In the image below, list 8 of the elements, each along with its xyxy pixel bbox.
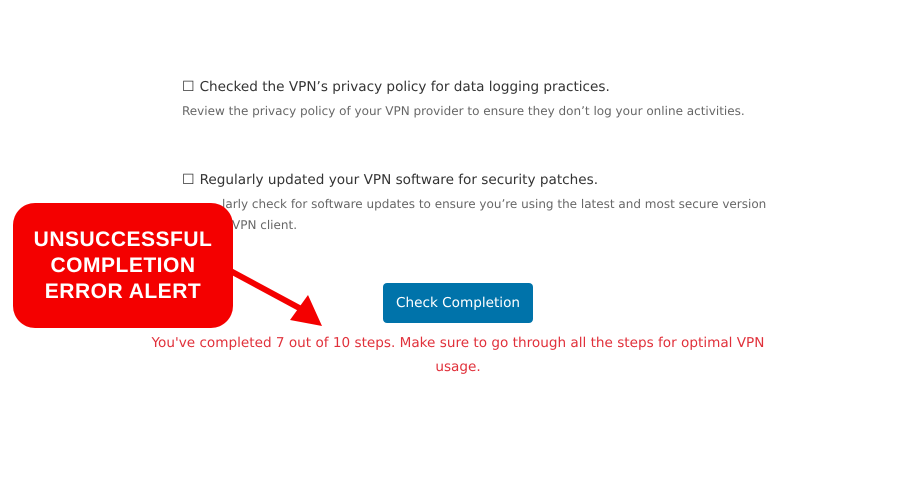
item-title: Checked the VPN’s privacy policy for data logging practices.	[200, 78, 610, 97]
error-message: You've completed 7 out of 10 steps. Make sure to go through all the steps for optimal VPN usage.	[150, 334, 766, 377]
checkbox[interactable]: ☐	[182, 169, 195, 191]
check-completion-button[interactable]: Check Completion	[383, 283, 533, 323]
item-title: Regularly updated your VPN software for security patches.	[200, 171, 598, 190]
item-description: larly check for software updates to ensure you’re using the latest and most secure version	[222, 196, 766, 213]
item-description: Review the privacy policy of your VPN provider to ensure they don’t log your online activities.	[182, 103, 745, 120]
checkbox[interactable]: ☐	[182, 76, 195, 98]
